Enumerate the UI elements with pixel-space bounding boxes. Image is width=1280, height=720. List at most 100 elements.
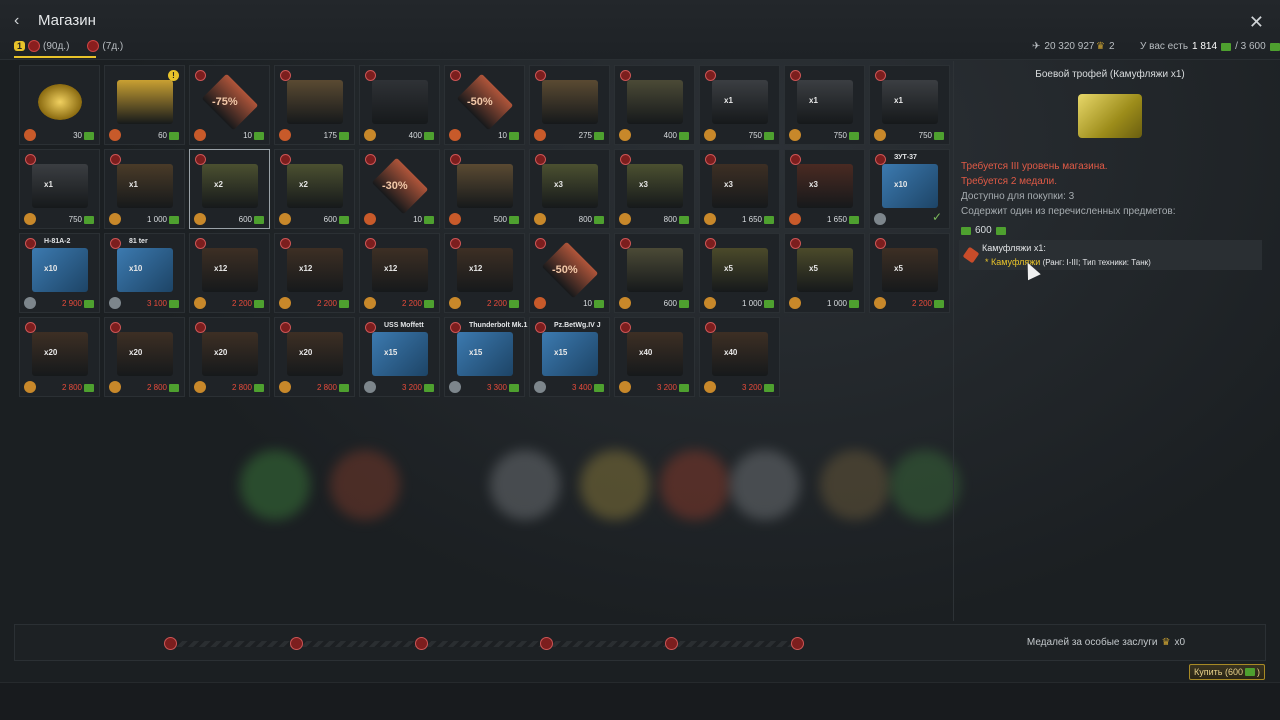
reward-type-icon	[24, 381, 36, 393]
multiplier-label: x3	[809, 180, 818, 189]
ge-icon	[679, 299, 689, 308]
shop-item[interactable]: x1 1 000	[104, 149, 185, 229]
shop-item[interactable]: x12 2 200	[359, 233, 440, 313]
shop-item[interactable]: USS Moffett x15 3 200	[359, 317, 440, 397]
buy-button[interactable]: Купить (600 )	[1189, 664, 1265, 680]
close-button[interactable]: ✕	[1249, 12, 1264, 33]
shop-item[interactable]: x20 2 800	[274, 317, 355, 397]
multiplier-label: x10	[129, 264, 143, 273]
item-price: 800	[579, 215, 604, 224]
multiplier-label: x15	[384, 348, 398, 357]
shop-item[interactable]: 275	[529, 65, 610, 145]
shop-item[interactable]: x3 800	[614, 149, 695, 229]
item-price-value: 3 300	[486, 383, 507, 392]
medal-lock-icon	[535, 238, 546, 249]
multiplier-label: x3	[554, 180, 563, 189]
reward-type-icon	[704, 381, 716, 393]
tab-7d[interactable]: (7д.)	[87, 40, 123, 52]
active-tab-indicator	[14, 56, 96, 58]
progress-node[interactable]	[164, 637, 177, 650]
discount-label: -50%	[467, 96, 493, 108]
shop-item[interactable]: x1 750	[869, 65, 950, 145]
shop-item[interactable]: x12 2 200	[274, 233, 355, 313]
shop-item[interactable]: 600	[614, 233, 695, 313]
shop-item[interactable]: x5 1 000	[699, 233, 780, 313]
shop-item[interactable]: x5 1 000	[784, 233, 865, 313]
balance-value: 1 814	[1192, 41, 1218, 52]
progress-node[interactable]	[791, 637, 804, 650]
medal-lock-icon	[705, 238, 716, 249]
shop-item[interactable]: x2 600	[274, 149, 355, 229]
progress-node[interactable]	[290, 637, 303, 650]
multiplier-label: x3	[639, 180, 648, 189]
shop-item[interactable]: x2 600	[189, 149, 270, 229]
reward-type-icon	[534, 213, 546, 225]
progress-node[interactable]	[665, 637, 678, 650]
shop-item[interactable]: x20 2 800	[19, 317, 100, 397]
shop-item[interactable]: Thunderbolt Mk.1 x15 3 300	[444, 317, 527, 397]
item-price: 400	[664, 131, 689, 140]
contents-item[interactable]: Камуфляжи x1: * Камуфляжи (Ранг: I-III; …	[959, 240, 1262, 270]
ge-icon	[254, 131, 264, 140]
shop-item[interactable]: -75% 10	[189, 65, 270, 145]
multiplier-label: x1	[44, 180, 53, 189]
shop-item[interactable]: x20 2 800	[189, 317, 270, 397]
item-price: 275	[579, 131, 604, 140]
multiplier-label: x12	[469, 264, 483, 273]
item-title: Боевой трофей (Камуфляжи x1)	[1035, 69, 1185, 80]
medal-lock-icon	[705, 322, 716, 333]
shop-item[interactable]: x3 1 650	[699, 149, 780, 229]
shop-item[interactable]: Pz.BetWg.IV J x15 3 400	[529, 317, 610, 397]
shop-item[interactable]: 30	[19, 65, 100, 145]
shop-item[interactable]: H-81A-2 x10 2 900	[19, 233, 100, 313]
blueprint-image	[542, 332, 598, 376]
reward-type-icon	[279, 213, 291, 225]
item-price-value: 3 200	[401, 383, 422, 392]
shop-item[interactable]: -50% 10	[529, 233, 610, 313]
reward-type-icon	[534, 297, 546, 309]
shop-item[interactable]: x40 3 200	[699, 317, 780, 397]
shop-item[interactable]: 500	[444, 149, 525, 229]
bottom-bar	[0, 682, 1280, 720]
shop-item[interactable]: x3 800	[529, 149, 610, 229]
shop-item[interactable]: x1 750	[19, 149, 100, 229]
shop-item[interactable]: 400	[359, 65, 440, 145]
medal-lock-icon	[875, 70, 886, 81]
item-price: 600	[324, 215, 349, 224]
shop-item[interactable]: 175	[274, 65, 355, 145]
crate-brown-image	[117, 164, 173, 208]
shop-item[interactable]: x40 3 200	[614, 317, 695, 397]
crate-brown-image	[457, 248, 513, 292]
reward-type-icon	[279, 381, 291, 393]
owned-check-icon: ✓	[931, 210, 942, 224]
item-price-value: 2 200	[401, 299, 422, 308]
multiplier-label: x12	[214, 264, 228, 273]
ge-icon	[84, 131, 94, 140]
shop-item[interactable]: x1 750	[784, 65, 865, 145]
progress-node[interactable]	[415, 637, 428, 650]
shop-item[interactable]: -50% 10	[444, 65, 525, 145]
shop-item[interactable]: x3 1 650	[784, 149, 865, 229]
tab-90d[interactable]: 1 (90д.)	[14, 40, 69, 52]
item-price: 1 000	[147, 215, 179, 224]
discount-label: -30%	[382, 180, 408, 192]
shop-item[interactable]: -30% 10	[359, 149, 440, 229]
shop-item[interactable]: x12 2 200	[189, 233, 270, 313]
shop-item[interactable]: ! 60	[104, 65, 185, 145]
back-button[interactable]: ‹	[14, 12, 19, 30]
shop-item[interactable]: 400	[614, 65, 695, 145]
shop-item[interactable]: x12 2 200	[444, 233, 525, 313]
medal-lock-icon	[25, 322, 36, 333]
ge-icon	[764, 299, 774, 308]
multiplier-label: x1	[809, 96, 818, 105]
shop-item[interactable]: ЗУТ-37 x10 ✓	[869, 149, 950, 229]
ge-icon	[995, 226, 1006, 235]
shop-item[interactable]: x5 2 200	[869, 233, 950, 313]
special-medals-value: x0	[1174, 637, 1185, 648]
shop-item[interactable]: 81 ter x10 3 100	[104, 233, 185, 313]
ge-icon	[1269, 42, 1280, 51]
progress-node[interactable]	[540, 637, 553, 650]
shop-item[interactable]: x1 750	[699, 65, 780, 145]
shop-item[interactable]: x20 2 800	[104, 317, 185, 397]
crate-olive-image	[797, 248, 853, 292]
